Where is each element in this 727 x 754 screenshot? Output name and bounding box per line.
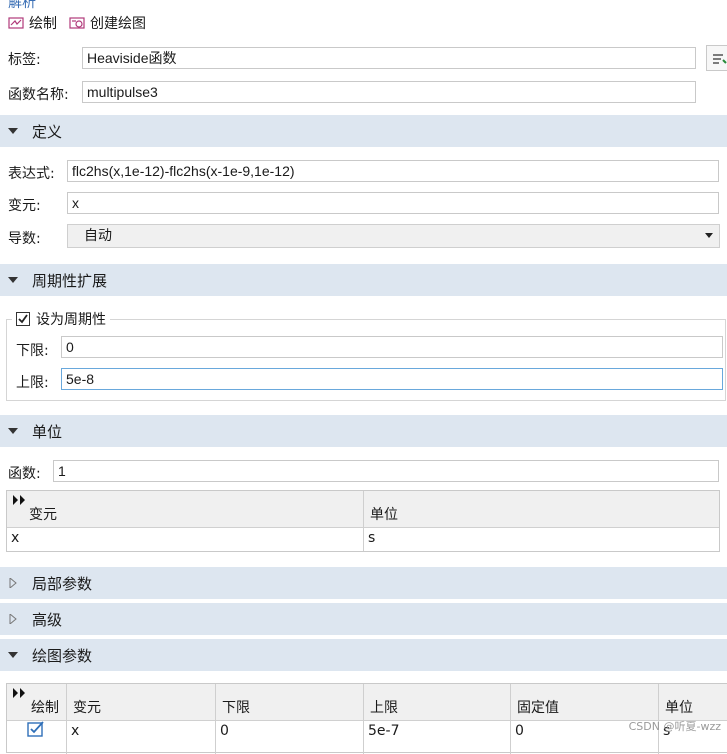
units-cell-argument[interactable]: x <box>11 530 19 546</box>
panel-title: 解析 <box>8 0 36 11</box>
plot-header-unit: 单位 <box>665 700 693 716</box>
periodic-checkbox[interactable] <box>16 312 30 326</box>
label-caption: 标签: <box>8 52 41 68</box>
section-local-parameters[interactable]: 局部参数 <box>0 567 727 599</box>
lower-limit-caption: 下限: <box>16 343 49 359</box>
toolbar: 绘制 创建绘图 <box>8 12 146 34</box>
collapse-triangle-icon <box>8 277 18 283</box>
plot-table-header <box>7 684 727 721</box>
units-cell-unit[interactable]: s <box>368 530 375 546</box>
section-units-label: 单位 <box>32 422 63 441</box>
plot-header-argument: 变元 <box>73 700 101 716</box>
units-header-unit: 单位 <box>370 507 398 523</box>
units-header-argument: 变元 <box>29 507 57 523</box>
dropdown-arrow-icon <box>705 233 713 238</box>
units-table: 变元 单位 x s <box>6 490 720 552</box>
plot-header-plot: 绘制 <box>31 700 59 716</box>
periodic-checkbox-label: 设为周期性 <box>36 312 106 328</box>
section-plot-parameters[interactable]: 绘图参数 <box>0 639 727 671</box>
edit-text-icon <box>713 54 727 64</box>
function-name-input[interactable]: multipulse3 <box>82 81 696 103</box>
section-advanced[interactable]: 高级 <box>0 603 727 635</box>
upper-limit-caption: 上限: <box>16 375 49 391</box>
section-periodic-label: 周期性扩展 <box>32 271 108 290</box>
section-plot-parameters-label: 绘图参数 <box>32 646 93 665</box>
plot-checkbox[interactable] <box>27 721 45 737</box>
section-units[interactable]: 单位 <box>0 415 727 447</box>
expand-columns-icon[interactable] <box>13 495 27 505</box>
derivative-select-value: 自动 <box>84 228 112 244</box>
section-local-parameters-label: 局部参数 <box>32 574 93 593</box>
section-definition-label: 定义 <box>32 122 63 141</box>
lower-limit-input[interactable]: 0 <box>61 336 723 358</box>
table-row[interactable]: x s <box>7 527 719 551</box>
section-advanced-label: 高级 <box>32 610 63 629</box>
function-name-caption: 函数名称: <box>8 87 69 103</box>
plot-cell-upper[interactable]: 5e-7 <box>368 723 399 739</box>
plot-icon <box>8 17 24 29</box>
section-periodic-extension[interactable]: 周期性扩展 <box>0 264 727 296</box>
expand-triangle-icon <box>9 614 17 624</box>
collapse-triangle-icon <box>8 128 18 134</box>
derivative-caption: 导数: <box>8 231 41 247</box>
watermark: CSDN @听夏-wzz <box>628 720 721 733</box>
plot-label: 绘制 <box>29 16 57 32</box>
plot-cell-fixed[interactable]: 0 <box>515 723 524 739</box>
plot-cell-argument[interactable]: x <box>71 723 79 739</box>
plot-button[interactable]: 绘制 <box>8 13 57 33</box>
table-row[interactable]: x 0 5e-7 0 s <box>7 720 727 750</box>
create-plot-label: 创建绘图 <box>90 16 146 32</box>
plot-cell-lower[interactable]: 0 <box>220 723 229 739</box>
plot-header-lower: 下限 <box>222 700 250 716</box>
checkmark-icon <box>18 314 28 324</box>
expand-triangle-icon <box>9 578 17 588</box>
derivative-select[interactable]: 自动 <box>67 224 720 248</box>
plot-parameters-table: 绘制 变元 下限 上限 固定值 单位 x 0 5e-7 0 s <box>6 683 727 754</box>
label-edit-button[interactable] <box>706 45 727 71</box>
collapse-triangle-icon <box>8 652 18 658</box>
create-plot-button[interactable]: 创建绘图 <box>69 13 146 33</box>
section-definition[interactable]: 定义 <box>0 115 727 147</box>
label-input[interactable]: Heaviside函数 <box>82 47 696 69</box>
function-unit-caption: 函数: <box>8 466 41 482</box>
create-plot-icon <box>69 17 85 29</box>
expression-input[interactable]: flc2hs(x,1e-12)-flc2hs(x-1e-9,1e-12) <box>67 160 719 182</box>
upper-limit-input[interactable]: 5e-8 <box>61 368 723 390</box>
expression-caption: 表达式: <box>8 166 55 182</box>
plot-header-upper: 上限 <box>370 700 398 716</box>
function-unit-input[interactable]: 1 <box>53 460 719 482</box>
arguments-caption: 变元: <box>8 198 41 214</box>
plot-header-fixed: 固定值 <box>517 700 559 716</box>
expand-columns-icon[interactable] <box>13 688 27 698</box>
periodic-checkbox-row[interactable]: 设为周期性 <box>12 309 110 329</box>
collapse-triangle-icon <box>8 428 18 434</box>
arguments-input[interactable]: x <box>67 192 719 214</box>
